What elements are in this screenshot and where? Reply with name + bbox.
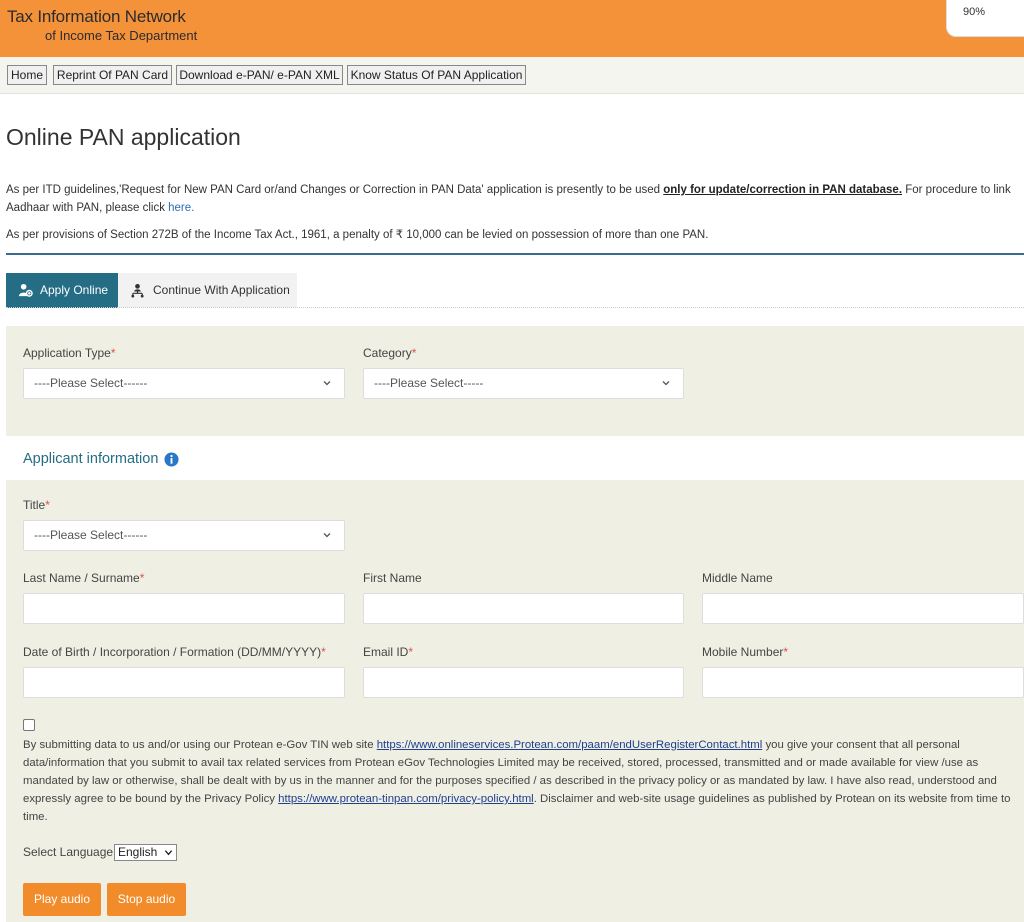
dob-input[interactable] xyxy=(23,667,345,698)
applicant-section-header xyxy=(6,436,1024,480)
top-nav: Home Reprint Of PAN Card Download e-PAN/… xyxy=(0,57,1024,94)
title-label: Title* xyxy=(23,498,50,512)
tab-continue-application-label: Continue With Application xyxy=(153,283,290,297)
tab-underline xyxy=(6,307,1024,308)
play-audio-button[interactable]: Play audio xyxy=(23,883,101,916)
application-type-label: Application Type* xyxy=(23,346,116,360)
notice-text-1: As per ITD guidelines,'Request for New P… xyxy=(6,184,664,196)
user-add-icon xyxy=(18,283,33,297)
last-name-input[interactable] xyxy=(23,593,345,624)
required-mark: * xyxy=(139,571,145,585)
email-label: Email ID* xyxy=(363,645,413,659)
category-label: Category* xyxy=(363,346,416,360)
itd-guidelines-notice: As per ITD guidelines,'Request for New P… xyxy=(6,181,1022,217)
privacy-policy-link[interactable]: https://www.protean-tinpan.com/privacy-p… xyxy=(278,793,534,805)
chevron-down-icon xyxy=(164,850,173,856)
email-input[interactable] xyxy=(363,667,684,698)
user-tree-icon xyxy=(131,283,144,298)
nav-know-status-button[interactable]: Know Status Of PAN Application xyxy=(347,65,526,85)
language-select[interactable]: English xyxy=(114,844,177,861)
email-label-text: Email ID xyxy=(363,645,409,659)
mobile-label: Mobile Number* xyxy=(702,645,788,659)
info-icon[interactable] xyxy=(164,452,179,467)
nav-home-button[interactable]: Home xyxy=(7,65,47,85)
chevron-down-icon xyxy=(323,533,331,538)
brand-subtitle: of Income Tax Department xyxy=(45,28,198,43)
required-mark: * xyxy=(411,346,417,360)
required-mark: * xyxy=(783,645,789,659)
title-select[interactable]: ----Please Select------ xyxy=(23,520,345,551)
chevron-down-icon xyxy=(323,381,331,386)
application-type-label-text: Application Type xyxy=(23,346,111,360)
required-mark: * xyxy=(45,498,50,512)
chevron-down-icon xyxy=(662,381,670,386)
mobile-label-text: Mobile Number xyxy=(702,645,784,659)
zoom-indicator: 90% xyxy=(946,0,1024,37)
page-title: Online PAN application xyxy=(6,124,241,150)
penalty-notice: As per provisions of Section 272B of the… xyxy=(6,229,709,241)
dob-label: Date of Birth / Incorporation / Formatio… xyxy=(23,645,326,659)
divider xyxy=(6,253,1024,255)
tab-apply-online[interactable]: Apply Online xyxy=(6,273,118,308)
category-select[interactable]: ----Please Select----- xyxy=(363,368,684,399)
tab-continue-application[interactable]: Continue With Application xyxy=(118,273,297,308)
nav-download-epan-button[interactable]: Download e-PAN/ e-PAN XML xyxy=(176,65,343,85)
consent-checkbox[interactable] xyxy=(23,719,35,731)
first-name-label: First Name xyxy=(363,571,422,585)
middle-name-label: Middle Name xyxy=(702,571,773,585)
last-name-label: Last Name / Surname* xyxy=(23,571,144,585)
consent-text-1: By submitting data to us and/or using ou… xyxy=(23,739,377,751)
first-name-input[interactable] xyxy=(363,593,684,624)
category-label-text: Category xyxy=(363,346,412,360)
application-type-value: ----Please Select------ xyxy=(34,376,148,390)
notice-bold-text: only for update/correction in PAN databa… xyxy=(663,184,903,196)
required-mark: * xyxy=(408,645,414,659)
application-type-select[interactable]: ----Please Select------ xyxy=(23,368,345,399)
mobile-input[interactable] xyxy=(702,667,1024,698)
language-value: English xyxy=(118,845,158,859)
aadhaar-link-here[interactable]: here. xyxy=(168,202,194,214)
last-name-label-text: Last Name / Surname xyxy=(23,571,140,585)
consent-text: By submitting data to us and/or using ou… xyxy=(23,736,1019,826)
applicant-section-title: Applicant information xyxy=(23,451,159,467)
site-header: Tax Information Network of Income Tax De… xyxy=(0,0,1024,57)
tab-apply-online-label: Apply Online xyxy=(40,283,109,297)
zoom-level: 90% xyxy=(963,6,986,18)
middle-name-input[interactable] xyxy=(702,593,1024,624)
brand-title: Tax Information Network xyxy=(7,7,186,26)
required-mark: * xyxy=(321,645,326,659)
title-value: ----Please Select------ xyxy=(34,528,148,542)
dob-label-text: Date of Birth / Incorporation / Formatio… xyxy=(23,645,322,659)
nav-reprint-pan-button[interactable]: Reprint Of PAN Card xyxy=(53,65,172,85)
consent-contact-link[interactable]: https://www.onlineservices.Protean.com/p… xyxy=(377,739,763,751)
title-label-text: Title xyxy=(23,498,46,512)
language-label: Select Language xyxy=(23,845,114,859)
stop-audio-button[interactable]: Stop audio xyxy=(107,883,186,916)
category-value: ----Please Select----- xyxy=(374,376,484,390)
required-mark: * xyxy=(110,346,116,360)
